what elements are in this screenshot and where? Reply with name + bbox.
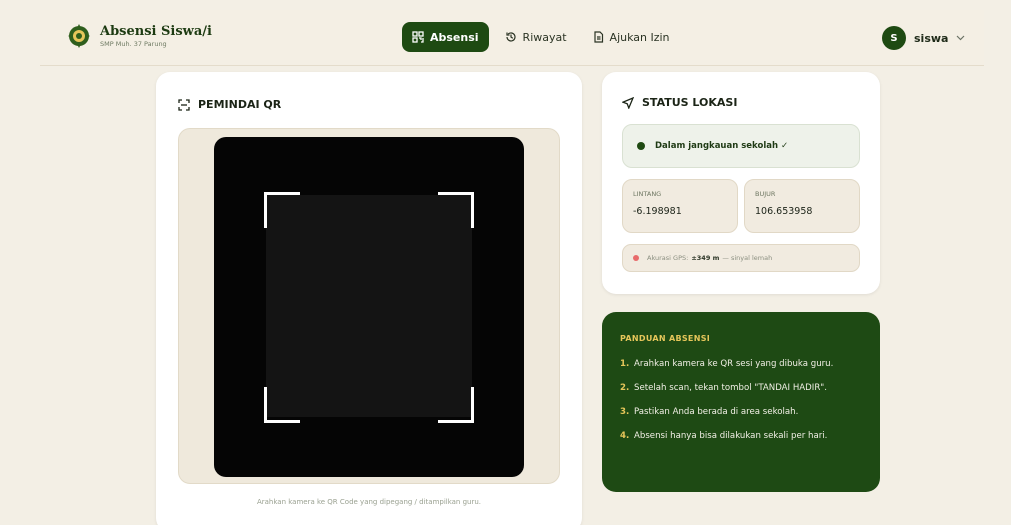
scanner-frame	[178, 128, 560, 484]
camera-view[interactable]	[214, 137, 524, 477]
range-status-text: Dalam jangkauan sekolah ✓	[655, 141, 789, 151]
guide-item-text: Arahkan kamera ke QR sesi yang dibuka gu…	[634, 359, 834, 369]
latitude-label: LINTANG	[633, 190, 662, 198]
scanner-title: PEMINDAI QR	[198, 98, 282, 111]
list-item: 3. Pastikan Anda berada di area sekolah.	[620, 406, 866, 419]
list-item: 4. Absensi hanya bisa dilakukan sekali p…	[620, 430, 866, 443]
brand[interactable]: Absensi Siswa/i SMP Muh. 37 Parung	[68, 24, 212, 48]
guide-item-number: 3.	[620, 407, 630, 417]
nav-ajukan-izin-label: Ajukan Izin	[609, 30, 670, 44]
main-nav: Absensi Riwayat Ajukan Izin	[402, 22, 686, 52]
range-status-badge: Dalam jangkauan sekolah ✓	[622, 124, 860, 168]
avatar: S	[882, 26, 906, 50]
qr-icon	[412, 31, 424, 43]
gps-accuracy: Akurasi GPS: ±349 m — sinyal lemah	[622, 244, 860, 272]
chevron-down-icon	[957, 35, 965, 41]
scanner-hint: Arahkan kamera ke QR Code yang dipegang …	[256, 498, 482, 506]
scan-area	[266, 195, 472, 417]
list-item: 1. Arahkan kamera ke QR sesi yang dibuka…	[620, 358, 866, 371]
attendance-guide-card: PANDUAN ABSENSI 1. Arahkan kamera ke QR …	[602, 312, 880, 492]
guide-item-text: Setelah scan, tekan tombol "TANDAI HADIR…	[634, 383, 827, 393]
scan-corner-top-left	[264, 192, 300, 228]
app-title: Absensi Siswa/i	[100, 23, 212, 39]
status-header: STATUS LOKASI	[622, 96, 737, 109]
school-name: SMP Muh. 37 Parung	[100, 39, 167, 48]
school-logo-icon	[68, 24, 90, 48]
latitude-box: LINTANG -6.198981	[622, 179, 738, 233]
gps-warning-dot-icon	[633, 255, 639, 261]
scanner-header: PEMINDAI QR	[178, 98, 281, 111]
guide-list: 1. Arahkan kamera ke QR sesi yang dibuka…	[620, 358, 866, 454]
user-menu[interactable]: S siswa	[882, 26, 965, 50]
longitude-value: 106.653958	[755, 206, 813, 217]
nav-riwayat[interactable]: Riwayat	[495, 22, 577, 52]
nav-riwayat-label: Riwayat	[522, 30, 567, 44]
document-icon	[593, 31, 603, 43]
guide-item-text: Pastikan Anda berada di area sekolah.	[634, 407, 799, 417]
user-name: siswa	[914, 31, 949, 45]
location-status-card: STATUS LOKASI Dalam jangkauan sekolah ✓ …	[602, 72, 880, 294]
nav-absensi[interactable]: Absensi	[402, 22, 489, 52]
scan-icon	[178, 98, 190, 111]
guide-title: PANDUAN ABSENSI	[620, 334, 711, 343]
guide-item-number: 2.	[620, 383, 630, 393]
guide-item-number: 1.	[620, 359, 630, 369]
gps-suffix: — sinyal lemah	[722, 254, 773, 262]
scan-corner-bottom-left	[264, 387, 300, 423]
latitude-value: -6.198981	[633, 206, 682, 217]
scan-corner-bottom-right	[438, 387, 474, 423]
list-item: 2. Setelah scan, tekan tombol "TANDAI HA…	[620, 382, 866, 395]
guide-item-text: Absensi hanya bisa dilakukan sekali per …	[634, 431, 828, 441]
gps-prefix: Akurasi GPS:	[647, 254, 689, 262]
longitude-label: BUJUR	[755, 190, 776, 198]
history-icon	[505, 32, 516, 42]
scan-corner-top-right	[438, 192, 474, 228]
top-navbar: Absensi Siswa/i SMP Muh. 37 Parung Absen…	[40, 10, 984, 66]
nav-ajukan-izin[interactable]: Ajukan Izin	[583, 22, 680, 52]
longitude-box: BUJUR 106.653958	[744, 179, 860, 233]
status-dot-icon	[637, 142, 645, 150]
status-title: STATUS LOKASI	[642, 96, 738, 109]
gps-value: ±349 m	[691, 254, 720, 262]
nav-absensi-label: Absensi	[430, 30, 479, 44]
navigation-icon	[622, 96, 634, 109]
qr-scanner-card: PEMINDAI QR Arahkan kamera ke QR Code ya…	[156, 72, 582, 525]
guide-item-number: 4.	[620, 431, 630, 441]
